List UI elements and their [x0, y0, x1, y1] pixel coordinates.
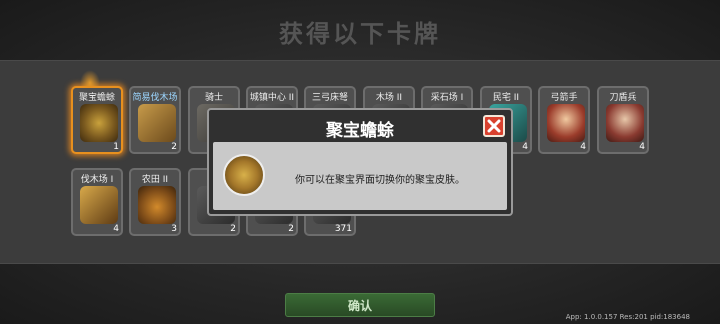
- card-item[interactable]: 刀盾兵 4: [597, 86, 649, 154]
- card-count: 2: [171, 142, 177, 152]
- card-count: 4: [639, 142, 645, 152]
- card-label: 弓箭手: [550, 93, 578, 103]
- card-label: 城镇中心 II: [249, 93, 295, 103]
- lumber-icon: [138, 104, 176, 142]
- archer-icon: [547, 104, 585, 142]
- close-x-icon: [487, 119, 501, 133]
- card-label: 木场 II: [375, 93, 403, 103]
- glow-effect: [80, 70, 100, 86]
- confirm-button[interactable]: 确认: [285, 293, 435, 317]
- card-count: 4: [113, 224, 119, 234]
- card-label: 民宅 II: [492, 93, 520, 103]
- card-count: 3: [171, 224, 177, 234]
- page-title: 获得以下卡牌: [279, 20, 441, 48]
- card-count: 2: [288, 224, 294, 234]
- dialog-description: 你可以在聚宝界面切换你的聚宝皮肤。: [295, 175, 465, 186]
- card-item[interactable]: 聚宝蟾蜍 1: [71, 86, 123, 154]
- farm-icon: [138, 186, 176, 224]
- card-count: 4: [522, 142, 528, 152]
- card-label: 聚宝蟾蜍: [78, 93, 115, 103]
- card-label: 农田 II: [141, 175, 169, 185]
- card-label: 骑士: [204, 93, 223, 103]
- card-item[interactable]: 农田 II 3: [129, 168, 181, 236]
- treasure-toad-icon: [223, 154, 265, 196]
- card-label: 刀盾兵: [609, 93, 637, 103]
- card-label: 简易伐木场: [132, 93, 178, 103]
- card-label: 采石场 I: [430, 93, 464, 103]
- version-label: App: 1.0.0.157 Res:201 pid:183648: [565, 313, 690, 321]
- card-item[interactable]: 弓箭手 4: [538, 86, 590, 154]
- card-item[interactable]: 伐木场 I 4: [71, 168, 123, 236]
- card-item[interactable]: 简易伐木场 2: [129, 86, 181, 154]
- treasure-icon: [80, 104, 118, 142]
- card-count: 371: [334, 224, 352, 234]
- close-button[interactable]: [483, 115, 505, 137]
- card-label: 伐木场 I: [80, 175, 114, 185]
- shield-icon: [606, 104, 644, 142]
- card-count: 4: [580, 142, 586, 152]
- wood2-icon: [80, 186, 118, 224]
- dialog-body: 你可以在聚宝界面切换你的聚宝皮肤。: [213, 142, 507, 210]
- card-count: 1: [113, 142, 119, 152]
- card-detail-dialog: 聚宝蟾蜍 你可以在聚宝界面切换你的聚宝皮肤。: [207, 108, 513, 216]
- card-count: 2: [230, 224, 236, 234]
- dialog-title: 聚宝蟾蜍: [326, 121, 394, 141]
- card-label: 三弓床弩: [311, 93, 348, 103]
